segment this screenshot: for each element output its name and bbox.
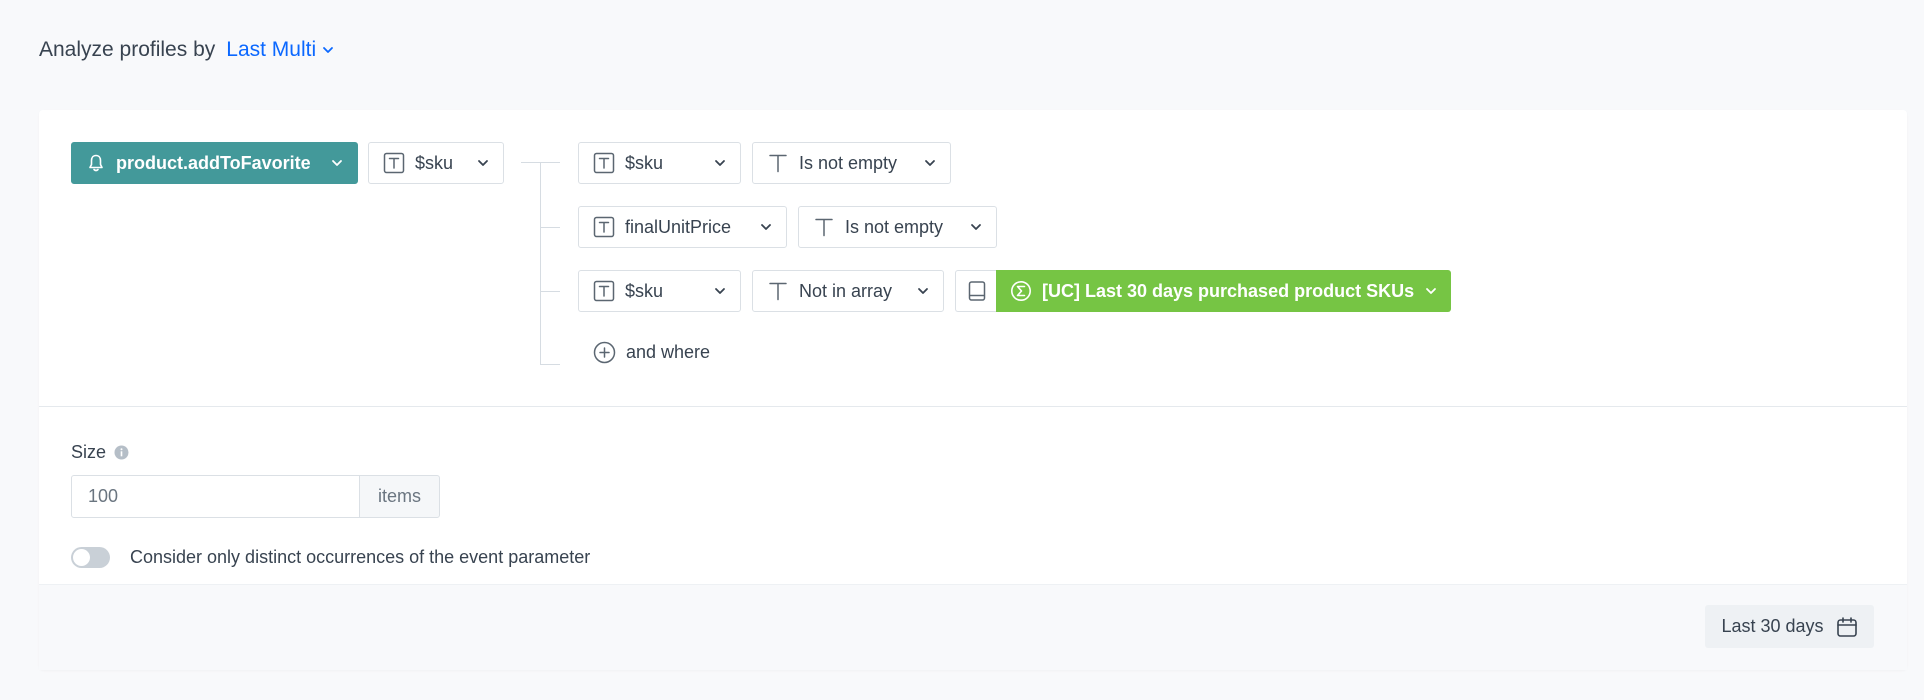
event-param-label: $sku	[415, 152, 454, 173]
distinct-occurrences-toggle[interactable]	[71, 547, 110, 568]
text-type-icon	[593, 152, 615, 174]
text-type-icon	[383, 152, 405, 174]
filter-param-label: finalUnitPrice	[625, 216, 732, 237]
analysis-mode-label: Last Multi	[226, 38, 317, 61]
event-selector[interactable]: product.addToFavorite	[71, 142, 358, 184]
filter-param-dropdown[interactable]: finalUnitPrice	[578, 206, 787, 248]
distinct-occurrences-label: Consider only distinct occurrences of th…	[130, 547, 591, 567]
chevron-down-icon	[924, 157, 936, 169]
date-range-label: Last 30 days	[1721, 616, 1824, 636]
bell-icon	[86, 153, 106, 173]
filter-operator-label: Not in array	[799, 280, 893, 301]
chevron-down-icon	[477, 157, 489, 169]
chevron-down-icon	[917, 285, 929, 297]
filter-section: product.addToFavorite $sku $sku Is not e…	[39, 110, 1907, 407]
toggle-knob	[73, 549, 90, 566]
analysis-card: product.addToFavorite $sku $sku Is not e…	[39, 110, 1907, 670]
size-unit-suffix: items	[359, 475, 440, 518]
text-operator-icon	[767, 280, 789, 302]
size-label: Size	[71, 442, 129, 463]
aggregate-value-dropdown[interactable]: [UC] Last 30 days purchased product SKUs	[996, 270, 1451, 312]
event-param-dropdown[interactable]: $sku	[368, 142, 504, 184]
filter-operator-dropdown[interactable]: Is not empty	[798, 206, 997, 248]
calendar-icon	[1836, 616, 1858, 638]
chevron-down-icon	[970, 221, 982, 233]
card-footer	[39, 584, 1907, 670]
analysis-mode-dropdown[interactable]: Last Multi	[226, 38, 334, 62]
text-operator-icon	[767, 152, 789, 174]
filter-operator-label: Is not empty	[799, 152, 898, 173]
filter-operator-dropdown[interactable]: Is not empty	[752, 142, 951, 184]
chevron-down-icon	[760, 221, 772, 233]
add-and-where-button[interactable]: and where	[593, 341, 710, 364]
page-header: Analyze profiles by Last Multi	[39, 38, 334, 62]
text-type-icon	[593, 280, 615, 302]
filter-operator-dropdown[interactable]: Not in array	[752, 270, 944, 312]
filter-param-label: $sku	[625, 152, 664, 173]
chevron-down-icon	[331, 157, 343, 169]
tree-connector	[540, 227, 560, 228]
aggregate-value-label: [UC] Last 30 days purchased product SKUs	[1042, 280, 1415, 301]
size-label-text: Size	[71, 442, 107, 462]
size-input[interactable]	[71, 475, 360, 518]
info-icon[interactable]	[114, 445, 129, 460]
tree-connector	[540, 291, 560, 292]
chevron-down-icon	[714, 157, 726, 169]
date-range-button[interactable]: Last 30 days	[1705, 605, 1874, 648]
chevron-down-icon	[714, 285, 726, 297]
book-icon	[967, 280, 987, 302]
tree-connector	[540, 364, 560, 365]
filter-param-label: $sku	[625, 280, 664, 301]
and-where-label: and where	[626, 342, 711, 362]
text-type-icon	[593, 216, 615, 238]
tree-connector	[540, 162, 541, 365]
chevron-down-icon	[322, 44, 334, 56]
filter-param-dropdown[interactable]: $sku	[578, 270, 741, 312]
page-title: Analyze profiles by	[39, 38, 216, 61]
filter-param-dropdown[interactable]: $sku	[578, 142, 741, 184]
filter-operator-label: Is not empty	[845, 216, 944, 237]
sigma-icon	[1010, 280, 1032, 302]
plus-circle-icon	[593, 341, 616, 364]
value-source-toggle[interactable]	[955, 270, 997, 312]
text-operator-icon	[813, 216, 835, 238]
event-selector-label: product.addToFavorite	[116, 152, 311, 173]
chevron-down-icon	[1425, 285, 1437, 297]
